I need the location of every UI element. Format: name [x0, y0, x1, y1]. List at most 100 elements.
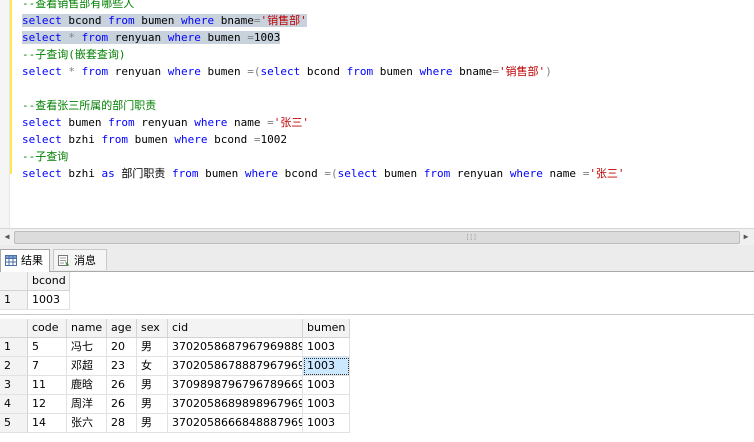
grid-cell-age[interactable]: 20 — [107, 338, 137, 357]
grid-cell-code[interactable]: 11 — [28, 376, 67, 395]
code-token: bname — [452, 65, 493, 78]
scrollbar-thumb[interactable]: ⁞⁞⁞ — [14, 231, 740, 244]
grid-cell-bumen[interactable]: 1003 — [303, 414, 350, 433]
code-text: --子查询(嵌套查询) — [22, 48, 126, 61]
code-token: where — [419, 65, 453, 78]
code-token: * — [68, 31, 75, 44]
code-line[interactable]: --子查询(嵌套查询) — [22, 46, 126, 63]
row-header[interactable]: 1 — [0, 291, 28, 310]
code-token: select — [260, 65, 301, 78]
grid-cell-age[interactable]: 26 — [107, 395, 137, 414]
code-token: renyuan — [108, 65, 168, 78]
grid-cell-bumen[interactable]: 1003 — [303, 376, 350, 395]
code-token: where — [180, 14, 215, 27]
code-token: name — [542, 167, 583, 180]
tab-results-label: 结果 — [21, 254, 43, 267]
change-tracking-bar — [10, 0, 12, 174]
code-token: as — [101, 167, 115, 180]
column-header-cid[interactable]: cid — [168, 319, 303, 338]
code-token: where — [167, 65, 201, 78]
grid-cell-name[interactable]: 鹿晗 — [67, 376, 107, 395]
grid-cell-age[interactable]: 23 — [107, 357, 137, 376]
grid-cell-bcond[interactable]: 1003 — [28, 291, 70, 310]
code-line[interactable]: --查看销售部有哪些人 — [22, 0, 134, 12]
code-token: bcond — [61, 14, 109, 27]
grid-cell-code[interactable]: 14 — [28, 414, 67, 433]
code-line[interactable]: --查看张三所属的部门职责 — [22, 97, 156, 114]
column-header-age[interactable]: age — [107, 319, 137, 338]
row-header[interactable]: 2 — [0, 357, 28, 376]
code-line[interactable]: select * from renyuan where bumen =(sele… — [22, 63, 552, 80]
column-header-bcond[interactable]: bcond — [28, 272, 70, 291]
grid-cell-name[interactable]: 周洋 — [67, 395, 107, 414]
grid-cell-sex[interactable]: 男 — [137, 376, 168, 395]
grid-cell-sex[interactable]: 男 — [137, 338, 168, 357]
code-text: --查看销售部有哪些人 — [22, 0, 134, 10]
code-token: from — [423, 167, 451, 180]
code-token: bumen — [200, 65, 248, 78]
code-token: select — [337, 167, 378, 180]
row-header[interactable]: 3 — [0, 376, 28, 395]
grid-cell-bumen[interactable]: 1003 — [303, 395, 350, 414]
code-token: = — [247, 31, 254, 44]
code-token: =( — [247, 65, 261, 78]
scroll-left-arrow-icon[interactable]: ◀ — [1, 231, 13, 243]
code-token: ) — [545, 65, 552, 78]
scroll-right-arrow-icon[interactable]: ▶ — [740, 231, 752, 243]
grid-cell-sex[interactable]: 男 — [137, 414, 168, 433]
column-header-sex[interactable]: sex — [137, 319, 168, 338]
grid-cell-age[interactable]: 26 — [107, 376, 137, 395]
grid-cell-name[interactable]: 邓超 — [67, 357, 107, 376]
code-token: 1002 — [260, 133, 287, 146]
grid-cell-bumen[interactable]: 1003 — [303, 357, 350, 376]
code-token: --子查询(嵌套查询) — [22, 48, 126, 61]
grid-cell-cid[interactable]: 37020586668488879697 — [168, 414, 303, 433]
grid-cell-sex[interactable]: 女 — [137, 357, 168, 376]
grid-cell-cid[interactable]: 37020586898989679697 — [168, 395, 303, 414]
grid-cell-cid[interactable]: 370205868796796988​97 — [168, 338, 303, 357]
grid-cell-name[interactable]: 张六 — [67, 414, 107, 433]
column-header-bumen[interactable]: bumen — [303, 319, 350, 338]
editor-horizontal-scrollbar[interactable]: ◀ ⁞⁞⁞ ▶ — [0, 228, 754, 245]
code-line[interactable]: select * from renyuan where bumen =1003 — [22, 29, 281, 46]
grid-cell-cid[interactable]: 37020586788879679697 — [168, 357, 303, 376]
grid-cell-code[interactable]: 7 — [28, 357, 67, 376]
code-token: bzhi — [61, 133, 102, 146]
grid-corner[interactable] — [0, 272, 28, 291]
code-line[interactable]: select bcond from bumen where bname='销售部… — [22, 12, 307, 29]
code-token: 部门职责 — [114, 167, 172, 180]
code-token: select — [22, 31, 62, 44]
code-token: * — [68, 65, 75, 78]
sql-editor[interactable]: --查看销售部有哪些人 select bcond from bumen where… — [0, 0, 754, 228]
grid-cell-cid[interactable]: 37098987967967896697 — [168, 376, 303, 395]
code-token: from — [81, 31, 109, 44]
code-token: name — [227, 116, 268, 129]
code-line[interactable]: select bzhi as 部门职责 from bumen where bco… — [22, 165, 625, 182]
column-header-name[interactable]: name — [67, 319, 107, 338]
code-token: from — [101, 133, 129, 146]
code-token: =( — [324, 167, 338, 180]
code-line[interactable]: select bumen from renyuan where name ='张… — [22, 114, 309, 131]
grid-cell-name[interactable]: 冯七 — [67, 338, 107, 357]
row-header[interactable]: 5 — [0, 414, 28, 433]
code-token: from — [346, 65, 374, 78]
column-header-code[interactable]: code — [28, 319, 67, 338]
code-line[interactable]: --子查询 — [22, 148, 68, 165]
grid-cell-age[interactable]: 28 — [107, 414, 137, 433]
grid-cell-bumen[interactable]: 1003 — [303, 338, 350, 357]
code-token: where — [194, 116, 228, 129]
grid-corner[interactable] — [0, 319, 28, 338]
code-token: select — [22, 133, 62, 146]
code-token: = — [492, 65, 499, 78]
grid-cell-code[interactable]: 5 — [28, 338, 67, 357]
code-line[interactable]: select bzhi from bumen where bcond =1002 — [22, 131, 287, 148]
grid-cell-sex[interactable]: 男 — [137, 395, 168, 414]
row-header[interactable]: 1 — [0, 338, 28, 357]
tab-messages[interactable]: 消息 — [53, 249, 107, 270]
tab-results[interactable]: 结果 — [0, 249, 50, 272]
code-token: from — [108, 14, 135, 27]
code-token: --查看销售部有哪些人 — [22, 0, 135, 10]
row-header[interactable]: 4 — [0, 395, 28, 414]
grid-cell-code[interactable]: 12 — [28, 395, 67, 414]
